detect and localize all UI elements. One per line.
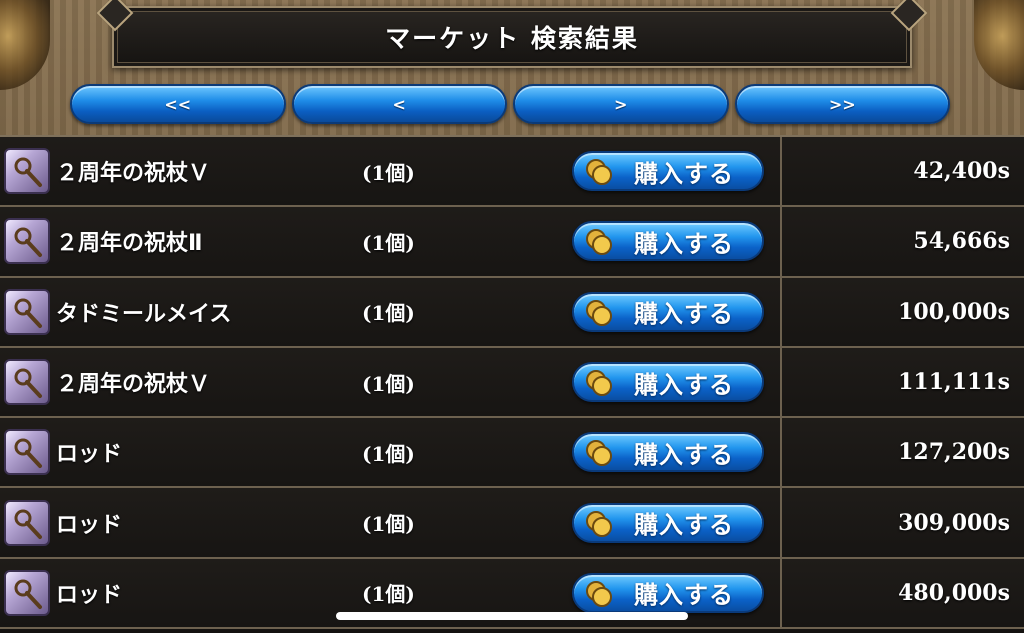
staff-icon xyxy=(4,359,50,406)
title-bar: マーケット 検索結果 xyxy=(112,6,912,68)
right-ornament xyxy=(974,0,1024,90)
staff-icon xyxy=(4,499,50,546)
list-item: ロッド (1個) 購入する 127,200s xyxy=(0,418,1024,489)
coin-icon xyxy=(584,509,614,539)
buy-button[interactable]: 購入する xyxy=(572,432,764,473)
column-divider xyxy=(780,488,782,557)
item-price: 480,000s xyxy=(898,579,1010,606)
item-price: 111,111s xyxy=(898,369,1010,396)
search-result-list: ２周年の祝杖Ｖ (1個) 購入する 42,400s ２周年の祝杖Ⅱ (1個) 購… xyxy=(0,135,1024,633)
column-divider xyxy=(780,418,782,487)
staff-icon xyxy=(4,569,50,616)
coin-icon xyxy=(584,438,614,468)
list-item: タドミールメイス (1個) 購入する 100,000s xyxy=(0,277,1024,348)
coin-icon xyxy=(584,157,614,187)
staff-icon xyxy=(4,218,50,265)
buy-label: 購入する xyxy=(634,511,734,540)
next-page-button[interactable]: > xyxy=(513,84,729,124)
list-item: ２周年の祝杖Ⅱ (1個) 購入する 54,666s xyxy=(0,207,1024,278)
list-item: ２周年の祝杖Ｖ (1個) 購入する 42,400s xyxy=(0,137,1024,208)
buy-button[interactable]: 購入する xyxy=(572,151,764,192)
item-quantity: (1個) xyxy=(362,160,415,185)
buy-label: 購入する xyxy=(634,440,734,469)
item-price: 42,400s xyxy=(913,158,1010,185)
last-page-button[interactable]: >> xyxy=(734,84,950,124)
pager: << < > >> xyxy=(70,84,950,126)
staff-icon xyxy=(4,148,50,195)
buy-label: 購入する xyxy=(634,300,734,329)
buy-label: 購入する xyxy=(634,581,734,610)
item-quantity: (1個) xyxy=(362,441,415,466)
buy-label: 購入する xyxy=(634,229,734,258)
page-title: マーケット 検索結果 xyxy=(385,24,639,53)
item-quantity: (1個) xyxy=(362,371,415,396)
left-ornament xyxy=(0,0,50,90)
buy-button[interactable]: 購入する xyxy=(572,362,764,403)
coin-icon xyxy=(584,227,614,257)
item-name: タドミールメイス xyxy=(56,301,232,327)
buy-label: 購入する xyxy=(634,370,734,399)
column-divider xyxy=(780,207,782,276)
staff-icon xyxy=(4,288,50,335)
prev-page-button[interactable]: < xyxy=(291,84,507,124)
column-divider xyxy=(780,558,782,628)
item-price: 100,000s xyxy=(898,298,1010,325)
coin-icon xyxy=(584,579,614,609)
item-name: ロッド xyxy=(56,512,123,538)
buy-button[interactable]: 購入する xyxy=(572,291,764,332)
item-name: ２周年の祝杖Ｖ xyxy=(56,161,211,187)
list-item: ２周年の祝杖Ｖ (1個) 購入する 111,111s xyxy=(0,347,1024,419)
first-page-button[interactable]: << xyxy=(70,84,286,124)
staff-icon xyxy=(4,429,50,476)
coin-icon xyxy=(584,368,614,398)
list-item: ロッド (1個) 購入する 309,000s xyxy=(0,488,1024,559)
buy-label: 購入する xyxy=(634,159,734,188)
item-name: ロッド xyxy=(56,442,123,468)
item-quantity: (1個) xyxy=(362,230,415,255)
item-price: 127,200s xyxy=(898,439,1010,466)
item-price: 309,000s xyxy=(898,509,1010,536)
item-name: ロッド xyxy=(56,582,123,608)
coin-icon xyxy=(584,298,614,328)
buy-button[interactable]: 購入する xyxy=(572,502,764,543)
buy-button[interactable]: 購入する xyxy=(572,221,764,262)
item-price: 54,666s xyxy=(913,228,1010,255)
item-quantity: (1個) xyxy=(362,512,415,537)
item-quantity: (1個) xyxy=(362,301,415,326)
home-indicator[interactable] xyxy=(336,612,688,620)
column-divider xyxy=(780,347,782,417)
item-quantity: (1個) xyxy=(362,582,415,607)
column-divider xyxy=(780,137,782,206)
item-name: ２周年の祝杖Ⅱ xyxy=(56,231,203,257)
item-name: ２周年の祝杖Ｖ xyxy=(56,372,211,398)
column-divider xyxy=(780,277,782,346)
buy-button[interactable]: 購入する xyxy=(572,572,764,613)
